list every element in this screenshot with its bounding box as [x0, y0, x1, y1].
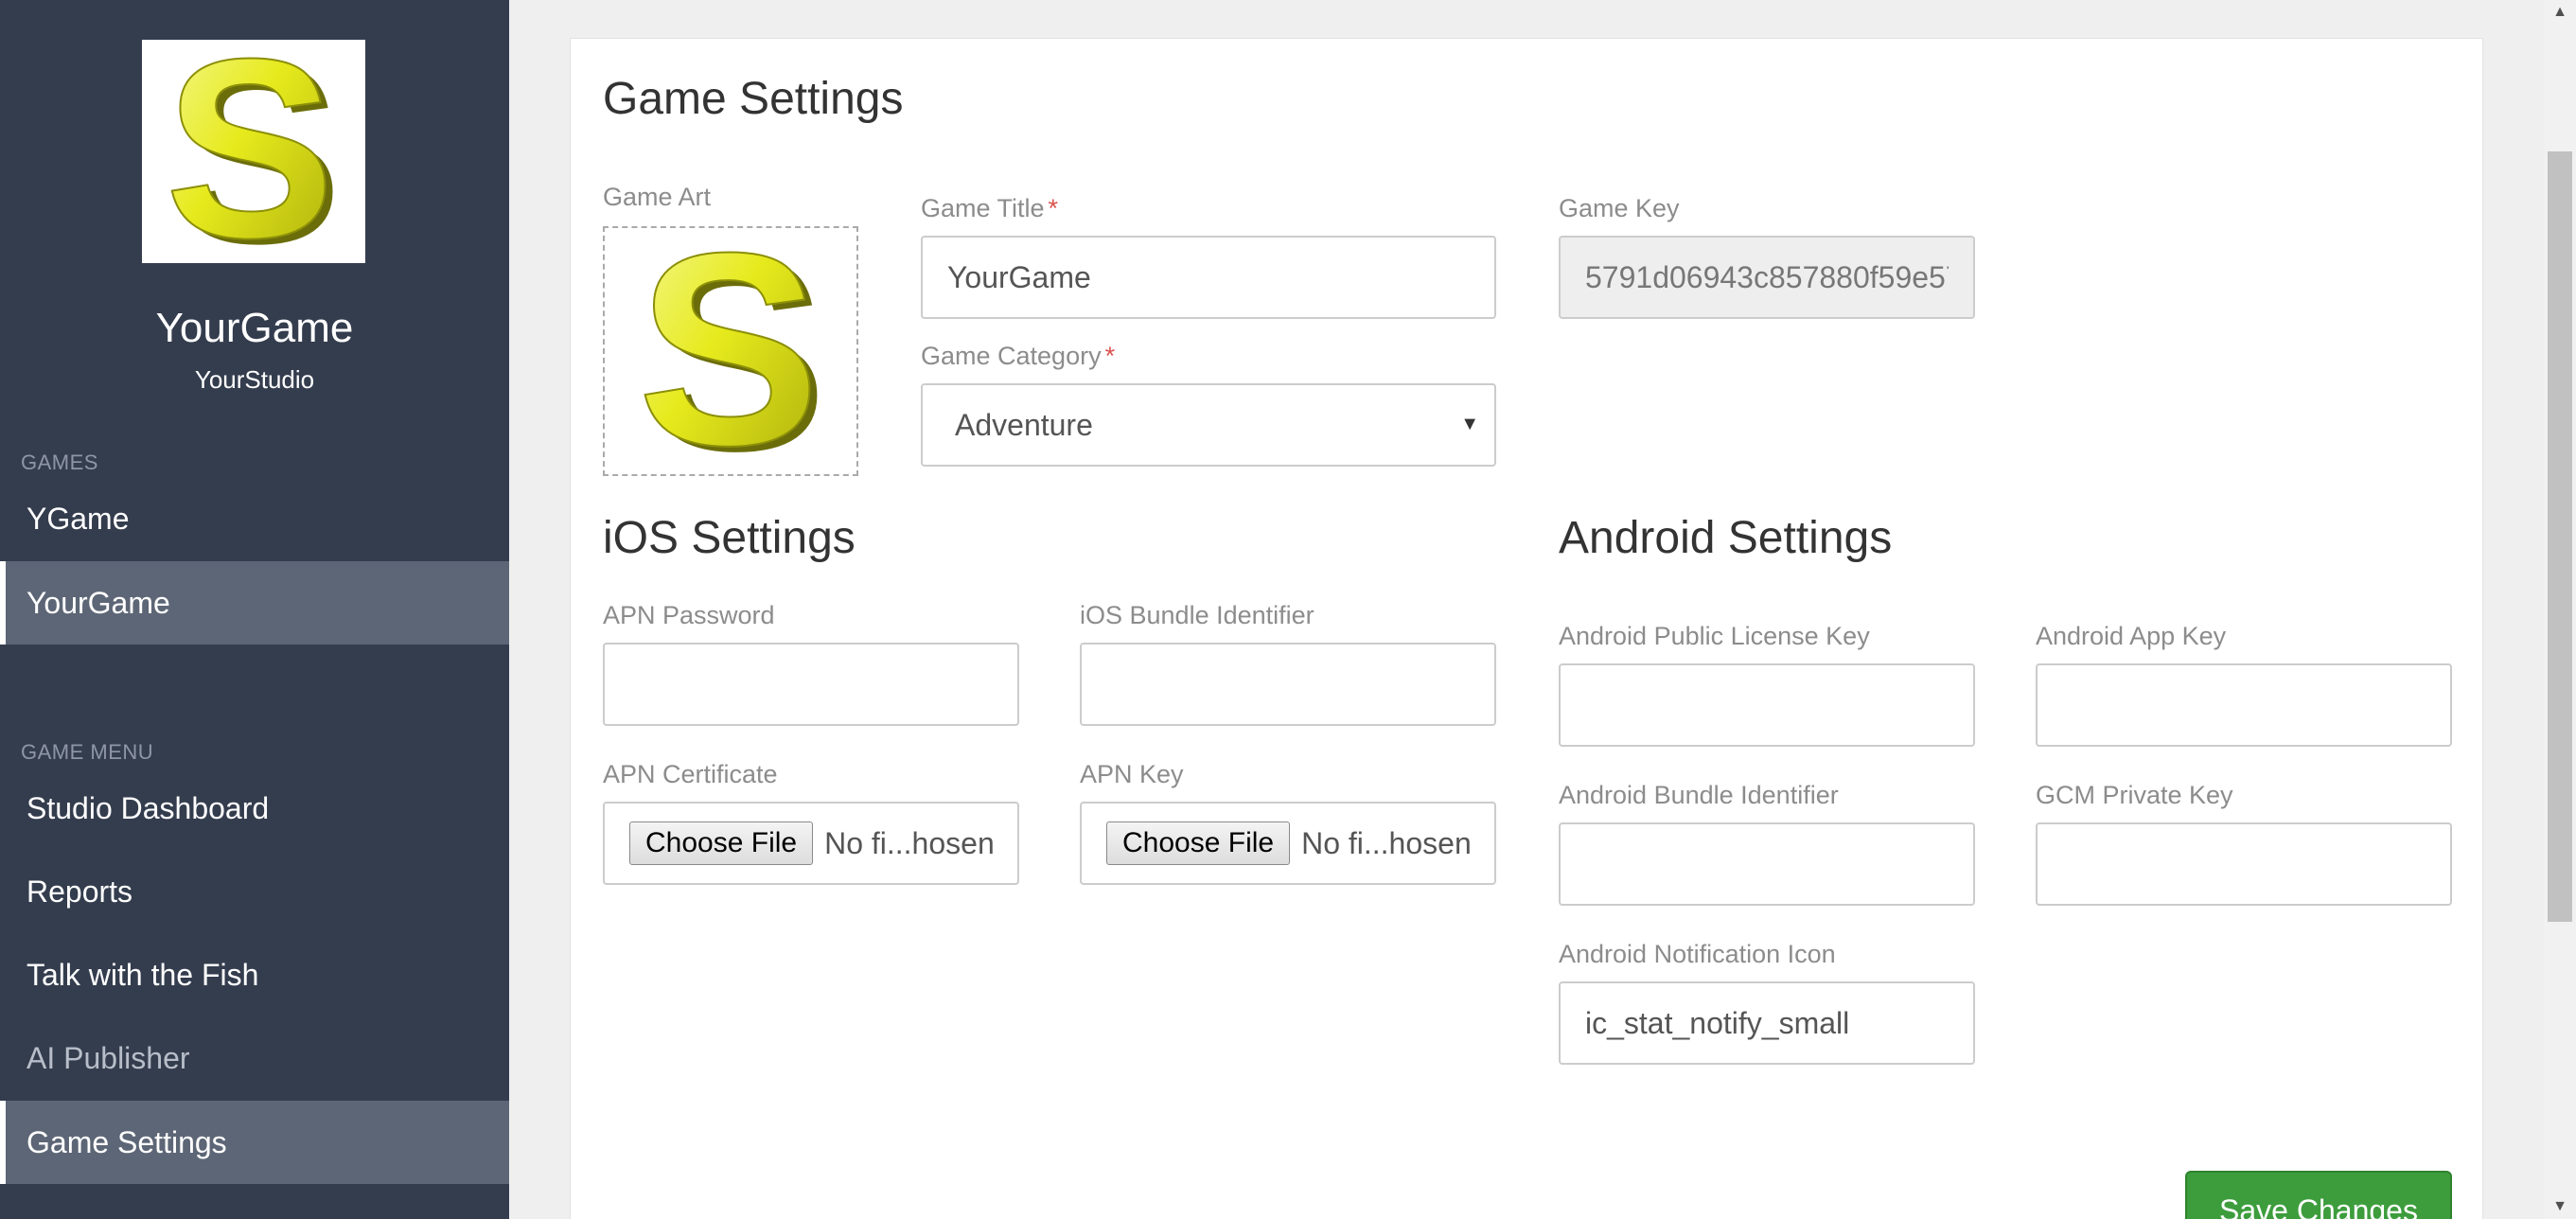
apn-password-input[interactable]	[603, 643, 1019, 726]
required-mark: *	[1048, 194, 1059, 222]
android-settings-title: Android Settings	[1559, 513, 1893, 563]
apn-key-file-input: Choose File No fi...hosen	[1080, 802, 1496, 885]
android-app-key-label: Android App Key	[2036, 622, 2227, 650]
game-art-label: Game Art	[603, 183, 712, 211]
game-category-select[interactable]: Adventure ▼	[921, 383, 1496, 467]
game-title-label: Game Title *	[921, 194, 1059, 222]
sidebar-item-reports[interactable]: Reports	[0, 850, 509, 933]
apn-certificate-label: APN Certificate	[603, 760, 778, 788]
android-notification-icon-label: Android Notification Icon	[1559, 940, 1836, 968]
game-logo: S S	[142, 40, 365, 263]
games-section-label: GAMES	[21, 450, 98, 474]
sidebar-item-ai-publisher[interactable]: AI Publisher	[0, 1016, 509, 1100]
game-key-label: Game Key	[1559, 194, 1680, 222]
sidebar-item-yourgame[interactable]: YourGame	[0, 561, 509, 645]
scroll-down-arrow-icon[interactable]: ▼	[2544, 1194, 2576, 1219]
android-public-license-key-label: Android Public License Key	[1559, 622, 1870, 650]
apn-key-choose-file-button[interactable]: Choose File	[1106, 822, 1291, 865]
sidebar-item-talk-with-the-fish[interactable]: Talk with the Fish	[0, 933, 509, 1016]
apn-key-file-status: No fi...hosen	[1301, 825, 1472, 860]
scroll-up-arrow-icon[interactable]: ▲	[2544, 0, 2576, 25]
game-title-input[interactable]	[921, 236, 1496, 319]
android-app-key-input[interactable]	[2036, 663, 2452, 747]
game-art-upload[interactable]: S S	[603, 226, 858, 476]
caret-down-icon: ▼	[1460, 414, 1479, 434]
save-changes-button[interactable]: Save Changes	[2185, 1171, 2452, 1219]
android-notification-icon-input[interactable]	[1559, 981, 1975, 1065]
svg-text:S: S	[165, 47, 335, 256]
page-scrollbar[interactable]: ▲ ▼	[2544, 0, 2576, 1219]
apn-certificate-file-input: Choose File No fi...hosen	[603, 802, 1019, 885]
gcm-private-key-input[interactable]	[2036, 822, 2452, 906]
scrollbar-thumb[interactable]	[2548, 151, 2572, 922]
game-key-input[interactable]	[1559, 236, 1975, 319]
game-menu-section-label: GAME MENU	[21, 740, 154, 764]
sidebar-item-game-settings[interactable]: Game Settings	[0, 1101, 509, 1184]
sidebar-item-studio-dashboard[interactable]: Studio Dashboard	[0, 767, 509, 850]
gcm-private-key-label: GCM Private Key	[2036, 781, 2233, 809]
ios-settings-title: iOS Settings	[603, 513, 856, 563]
sidebar-game-name: YourGame	[155, 305, 354, 351]
apn-certificate-choose-file-button[interactable]: Choose File	[629, 822, 814, 865]
required-mark: *	[1104, 342, 1116, 370]
ios-bundle-id-label: iOS Bundle Identifier	[1080, 601, 1314, 629]
sidebar: S S YourGame YourStudio GAMES YGame Your…	[0, 0, 509, 1219]
apn-key-label: APN Key	[1080, 760, 1184, 788]
s-logo-icon: S S	[636, 238, 825, 465]
page-title: Game Settings	[603, 74, 904, 124]
svg-text:S: S	[637, 238, 820, 465]
sidebar-item-ygame[interactable]: YGame	[0, 477, 509, 560]
s-logo-icon: S S	[164, 47, 343, 256]
android-bundle-id-label: Android Bundle Identifier	[1559, 781, 1839, 809]
android-public-license-key-input[interactable]	[1559, 663, 1975, 747]
sidebar-studio-name: YourStudio	[194, 365, 315, 394]
game-category-label: Game Category *	[921, 342, 1116, 370]
apn-certificate-file-status: No fi...hosen	[824, 825, 995, 860]
ios-bundle-id-input[interactable]	[1080, 643, 1496, 726]
apn-password-label: APN Password	[603, 601, 775, 629]
android-bundle-id-input[interactable]	[1559, 822, 1975, 906]
game-category-value: Adventure	[955, 407, 1093, 442]
settings-card: Game Settings Game Art S S Game Title* G…	[570, 38, 2483, 1219]
